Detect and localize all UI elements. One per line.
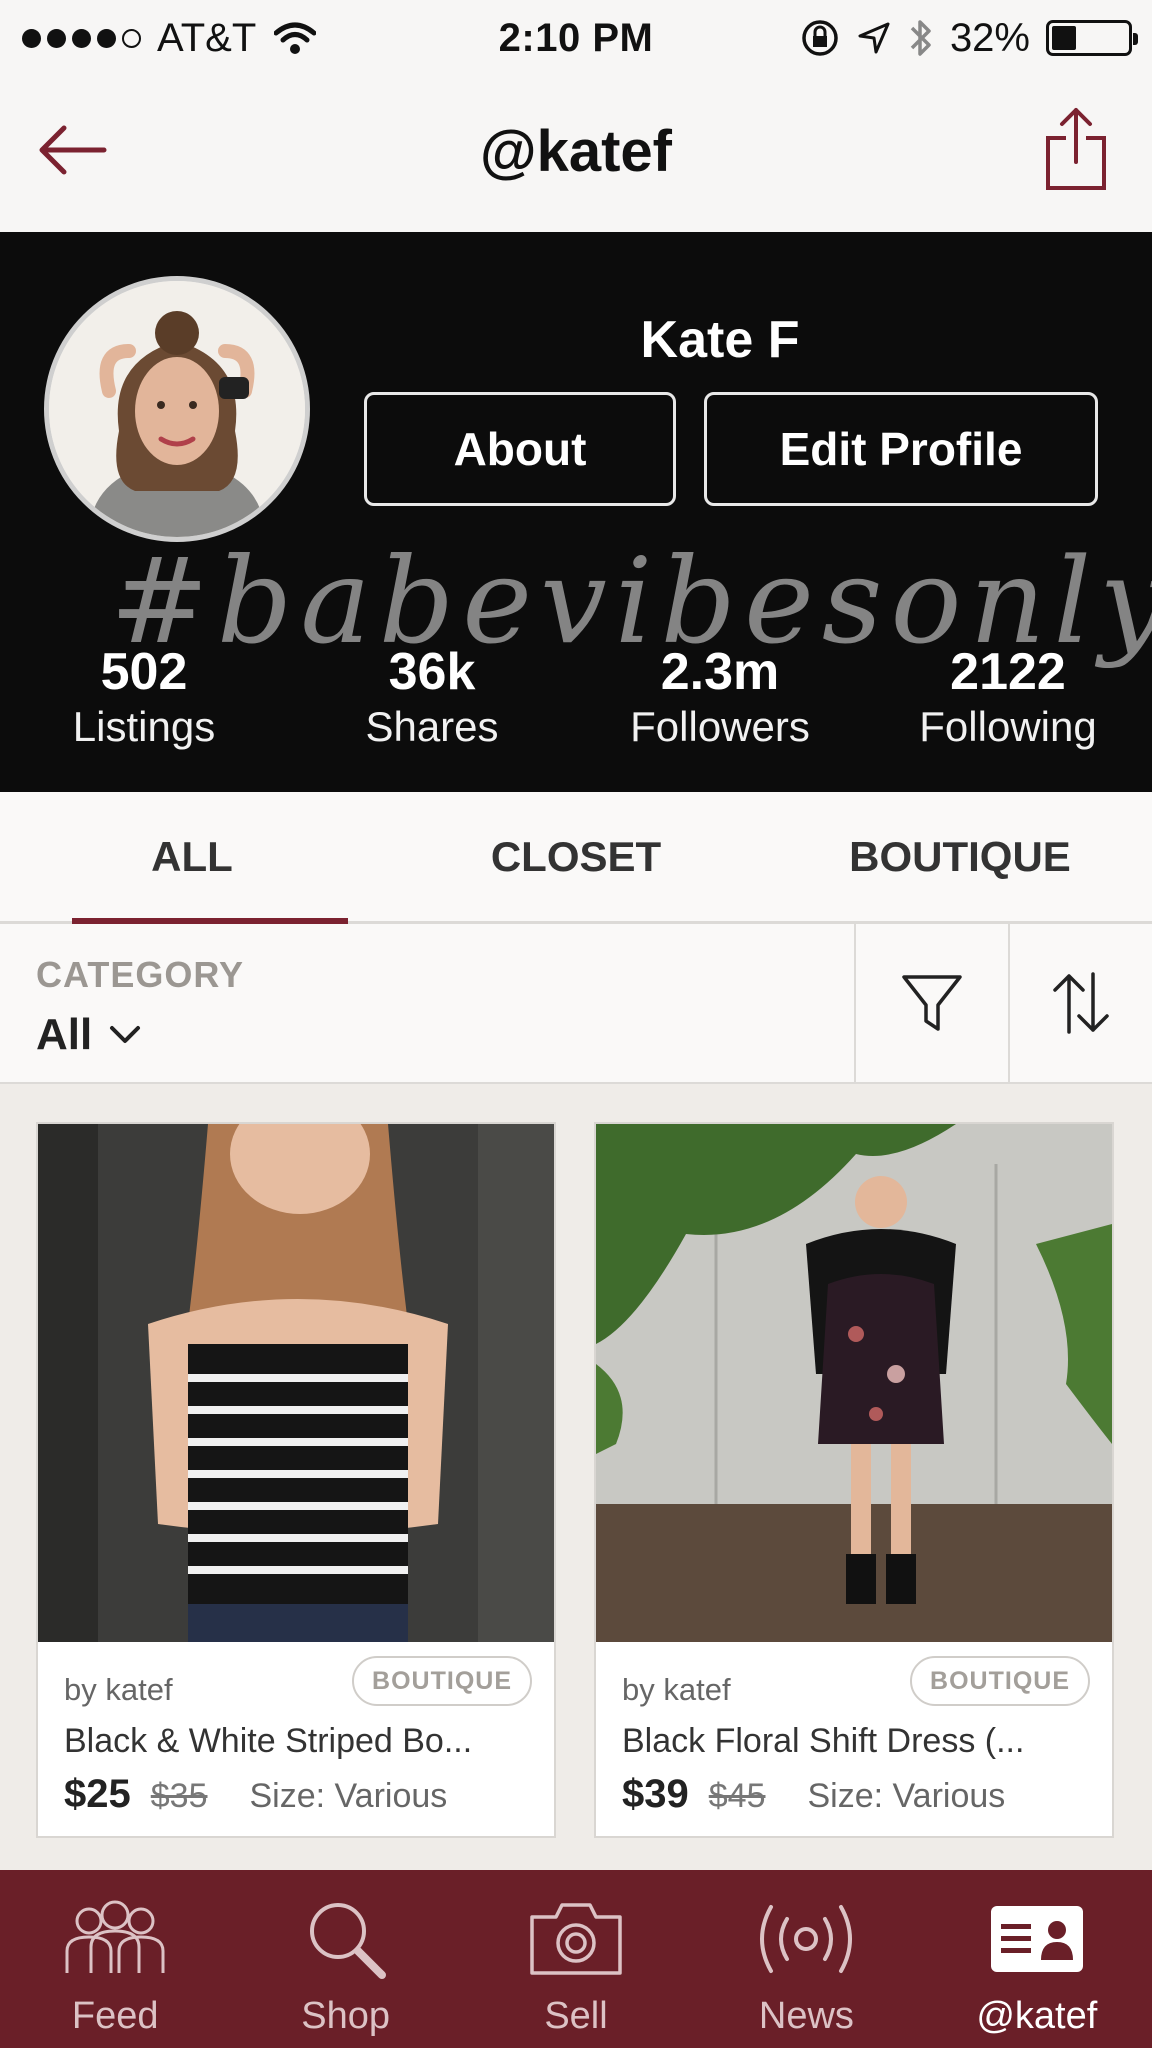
- listing-seller[interactable]: by katef: [622, 1672, 731, 1708]
- battery-icon: [1046, 20, 1138, 56]
- listing-title: Black Floral Shift Dress (...: [622, 1722, 1025, 1760]
- listing-price: $39: [622, 1772, 689, 1816]
- stat-value: 502: [100, 643, 188, 701]
- filter-button[interactable]: [854, 924, 1008, 1082]
- filter-icon: [902, 975, 962, 1031]
- category-value: All: [36, 1010, 93, 1059]
- listing-info: by katef BOUTIQUE Black & White Striped …: [38, 1642, 554, 1836]
- status-bar: AT&T 2:10 PM 32%: [0, 0, 1152, 76]
- listing-size: Size: Various: [807, 1777, 1006, 1815]
- page-title: @katef: [480, 119, 672, 184]
- tab-news[interactable]: News: [691, 1870, 921, 2048]
- category-label: CATEGORY: [36, 954, 245, 995]
- listing-photo[interactable]: [38, 1124, 554, 1642]
- search-icon: [309, 1903, 386, 1979]
- tab-sell[interactable]: Sell: [461, 1870, 691, 2048]
- listing-price: $25: [64, 1772, 131, 1816]
- stat-value: 2122: [950, 643, 1066, 701]
- tab-closet[interactable]: CLOSET: [384, 792, 768, 921]
- status-right: 32%: [800, 15, 1138, 61]
- category-dropdown[interactable]: All: [36, 1010, 142, 1060]
- navigation-bar: @katef: [0, 76, 1152, 232]
- status-left: AT&T: [22, 15, 317, 61]
- price-row: $39 $45 Size: Various: [622, 1772, 1005, 1817]
- wifi-icon: [274, 22, 317, 54]
- tab-label: News: [758, 1995, 854, 2037]
- price-row: $25 $35 Size: Various: [64, 1772, 447, 1817]
- stat-label: Shares: [365, 703, 499, 750]
- share-icon[interactable]: [1042, 104, 1110, 192]
- original-price: $45: [708, 1777, 766, 1815]
- boutique-badge: BOUTIQUE: [352, 1656, 532, 1706]
- stat-following[interactable]: 2122 Following: [864, 642, 1152, 752]
- bottom-tab-bar: Feed Shop Sell News @katef: [0, 1870, 1152, 2048]
- chevron-down-icon: [110, 1026, 141, 1043]
- avatar-photo: [49, 281, 305, 537]
- sort-button[interactable]: [1008, 924, 1152, 1082]
- edit-profile-button[interactable]: Edit Profile: [704, 392, 1098, 506]
- tab-all[interactable]: ALL: [0, 792, 384, 924]
- profile-name: Kate F: [640, 311, 800, 369]
- sort-icon: [1053, 972, 1109, 1034]
- stat-listings[interactable]: 502 Listings: [0, 642, 288, 752]
- tab-label: Feed: [71, 1995, 159, 2037]
- tab-label: Sell: [544, 1995, 608, 2037]
- tab-label: Shop: [301, 1995, 390, 2037]
- stat-value: 36k: [388, 643, 476, 701]
- listing-grid: by katef BOUTIQUE Black & White Striped …: [0, 1084, 1152, 1870]
- broadcast-icon: [760, 1905, 853, 1973]
- listing-photo[interactable]: [596, 1124, 1112, 1642]
- original-price: $35: [150, 1777, 208, 1815]
- listing-seller[interactable]: by katef: [64, 1672, 173, 1708]
- camera-icon: [530, 1903, 622, 1975]
- carrier-name: AT&T: [157, 15, 257, 60]
- battery-percent: 32%: [949, 15, 1030, 60]
- tab-boutique[interactable]: BOUTIQUE: [768, 792, 1152, 921]
- tab-feed[interactable]: Feed: [0, 1870, 230, 2048]
- profile-stats: 502 Listings 36k Shares 2.3m Followers 2…: [0, 642, 1152, 752]
- stat-label: Following: [919, 703, 1097, 750]
- tab-label: @katef: [976, 1995, 1098, 2037]
- listing-card[interactable]: by katef BOUTIQUE Black & White Striped …: [36, 1122, 556, 1838]
- stat-shares[interactable]: 36k Shares: [288, 642, 576, 752]
- listing-title: Black & White Striped Bo...: [64, 1722, 473, 1760]
- stat-label: Followers: [630, 703, 810, 750]
- stat-label: Listings: [72, 703, 216, 750]
- battery-level: [1052, 26, 1076, 50]
- listing-card[interactable]: by katef BOUTIQUE Black Floral Shift Dre…: [594, 1122, 1114, 1838]
- tab-profile[interactable]: @katef: [922, 1870, 1152, 2048]
- about-button[interactable]: About: [364, 392, 676, 506]
- stat-value: 2.3m: [660, 643, 780, 701]
- location-icon: [858, 22, 890, 54]
- listing-info: by katef BOUTIQUE Black Floral Shift Dre…: [596, 1642, 1112, 1836]
- filter-bar: CATEGORY All: [0, 924, 1152, 1084]
- avatar[interactable]: [44, 276, 310, 542]
- profile-header: Kate F About Edit Profile #babevibesonly…: [0, 232, 1152, 792]
- stat-followers[interactable]: 2.3m Followers: [576, 642, 864, 752]
- listing-tabs: ALL CLOSET BOUTIQUE: [0, 792, 1152, 924]
- signal-strength-icon: [22, 28, 141, 48]
- listing-size: Size: Various: [249, 1777, 448, 1815]
- rotation-lock-icon: [802, 20, 838, 56]
- people-icon: [65, 1900, 165, 1973]
- bluetooth-icon: [910, 20, 931, 56]
- tab-shop[interactable]: Shop: [230, 1870, 460, 2048]
- boutique-badge: BOUTIQUE: [910, 1656, 1090, 1706]
- profile-card-icon: [990, 1906, 1083, 1972]
